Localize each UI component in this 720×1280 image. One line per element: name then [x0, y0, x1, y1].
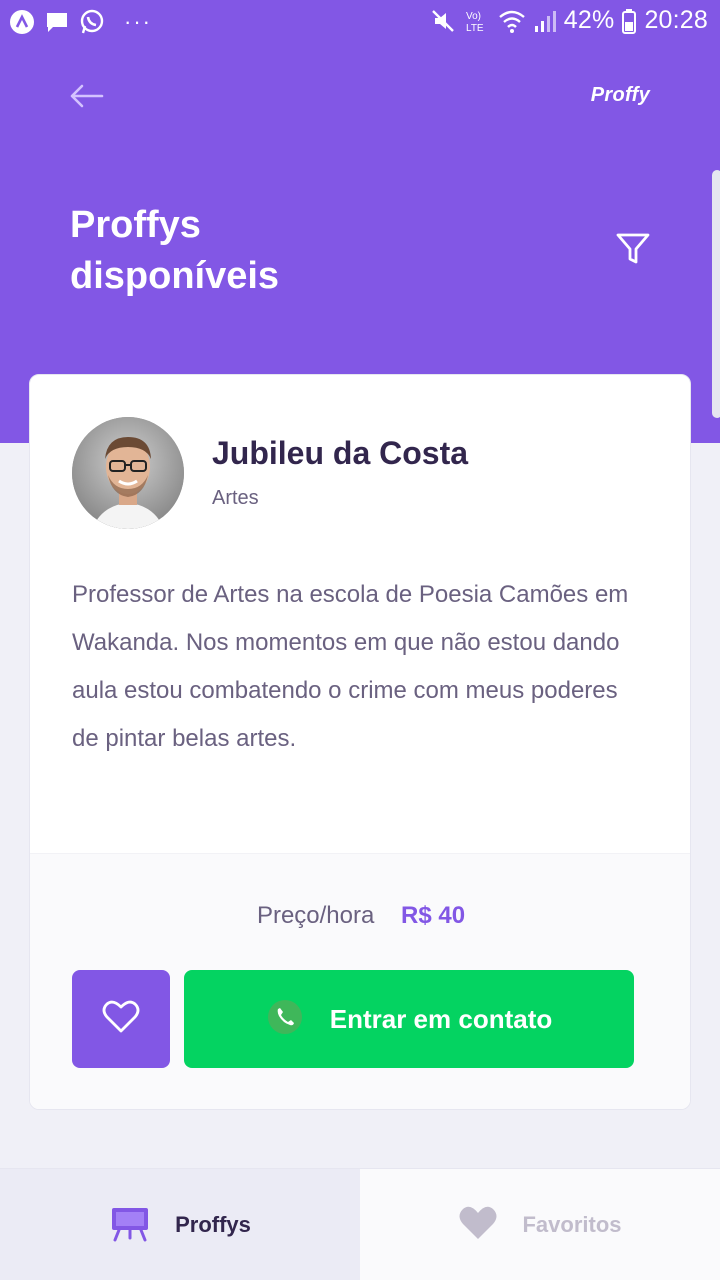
wifi-icon	[498, 9, 526, 33]
easel-icon	[109, 1204, 151, 1247]
whatsapp-icon	[266, 998, 304, 1041]
svg-text:LTE: LTE	[466, 23, 484, 34]
page-title-line1: Proffys	[70, 204, 201, 246]
scroll-indicator[interactable]	[712, 170, 720, 418]
back-button[interactable]	[64, 80, 108, 116]
page-title: Proffys disponíveis	[70, 200, 490, 302]
price-label: Preço/hora	[256, 902, 375, 929]
status-right-icons: Vo) LTE 42% 20:28	[430, 6, 708, 35]
tab-proffys[interactable]: Proffys	[0, 1169, 360, 1280]
tab-label: Favoritos	[522, 1212, 622, 1237]
arrow-left-icon	[68, 84, 104, 113]
tab-label: Proffys	[175, 1212, 251, 1237]
signal-icon	[534, 9, 556, 33]
teacher-bio: Professor de Artes na escola de Poesia C…	[72, 581, 629, 752]
volte-icon: Vo) LTE	[464, 8, 490, 34]
contact-label: Entrar em contato	[329, 1003, 553, 1034]
svg-text:Vo): Vo)	[466, 11, 481, 22]
price-row: Preço/hora R$ 40	[30, 902, 690, 930]
filter-button[interactable]	[610, 228, 656, 274]
heart-outline-icon	[102, 1000, 140, 1039]
bottom-tab-bar: Proffys Favoritos	[0, 1168, 720, 1280]
mute-icon	[430, 8, 456, 34]
battery-icon	[622, 8, 637, 34]
teacher-card: Jubileu da Costa Artes Professor de Arte…	[29, 374, 691, 1110]
contact-button[interactable]: Entrar em contato	[184, 970, 634, 1068]
card-footer: Preço/hora R$ 40 Entrar em contato	[30, 853, 690, 1109]
filter-icon	[615, 232, 651, 271]
status-bar: ··· Vo) LTE 42% 20:28	[0, 0, 720, 44]
message-icon	[44, 9, 70, 35]
proffy-logo: Proffy	[590, 84, 650, 106]
more-notifications-icon: ···	[124, 9, 152, 34]
battery-percent: 42%	[563, 6, 615, 34]
avatar	[72, 417, 184, 529]
teacher-subject: Artes	[212, 487, 259, 509]
favorite-button[interactable]	[72, 970, 170, 1068]
heart-icon	[458, 1205, 498, 1246]
page-title-line2: disponíveis	[70, 255, 280, 297]
price-value: R$ 40	[401, 902, 466, 929]
tab-favoritos[interactable]: Favoritos	[360, 1169, 720, 1280]
app-notification-icon	[8, 8, 36, 36]
teacher-name: Jubileu da Costa	[212, 435, 469, 471]
screen: ··· Vo) LTE 42% 20:28 Proffy Proffys dis…	[0, 0, 720, 1280]
status-left-icons: ···	[8, 8, 152, 36]
whatsapp-status-icon	[78, 8, 106, 36]
clock: 20:28	[644, 6, 708, 34]
